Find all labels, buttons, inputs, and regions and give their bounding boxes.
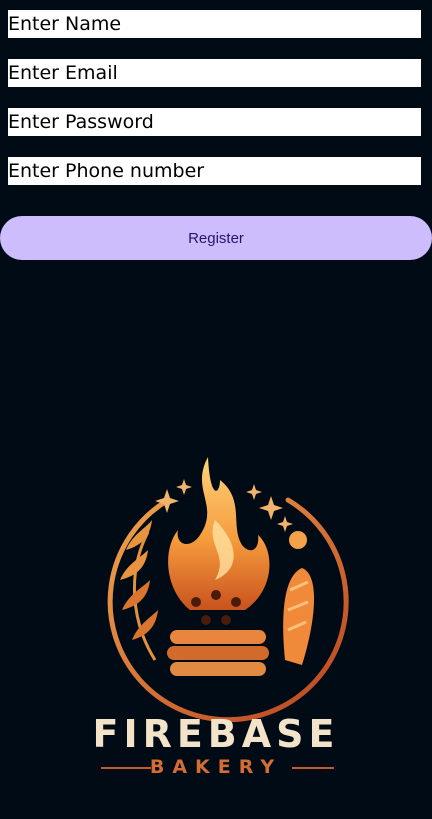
password-field[interactable]: [8, 108, 421, 136]
email-field[interactable]: [8, 59, 421, 87]
phone-field[interactable]: [8, 157, 421, 185]
name-field[interactable]: [8, 10, 421, 38]
register-button[interactable]: Register: [0, 216, 432, 260]
logo-subtitle: BAKERY: [149, 756, 283, 778]
logo-title: FIREBASE: [92, 712, 340, 756]
